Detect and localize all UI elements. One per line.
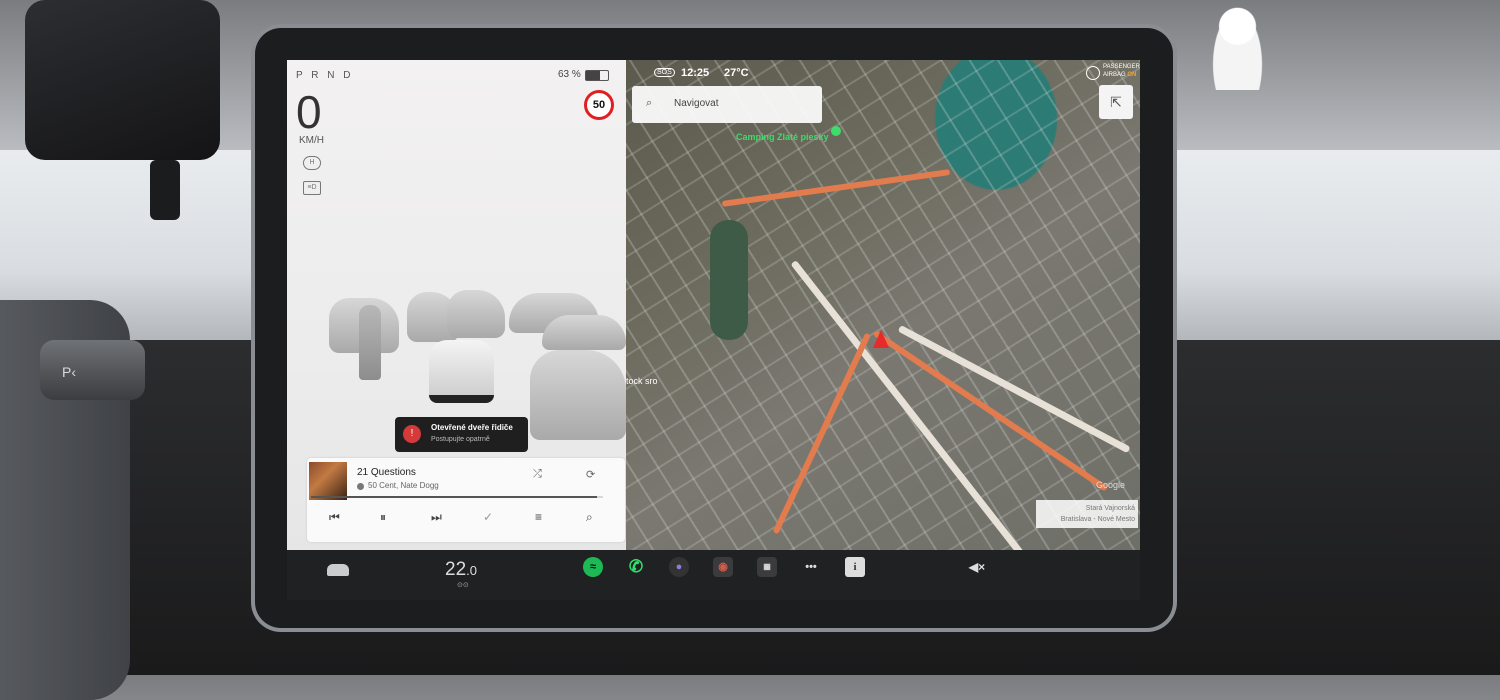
equalizer-icon[interactable]: ≡ bbox=[535, 510, 542, 524]
spotify-icon[interactable]: ≈ bbox=[583, 557, 603, 577]
door-open-alert[interactable]: ! Otevřené dveře řidiče Postupujte opatr… bbox=[395, 417, 528, 452]
car-status-panel: P R N D 63 % 0 KM/H H ≡D 50 ! Otevřené d… bbox=[287, 60, 626, 550]
search-icon: ⌕ bbox=[646, 97, 653, 109]
headlights-icon: ≡D bbox=[303, 181, 321, 195]
gear-stalk: P‹ bbox=[40, 340, 145, 400]
song-title: 21 Questions bbox=[357, 467, 416, 478]
playback-progress[interactable] bbox=[311, 496, 603, 498]
pause-button[interactable]: ⏸ bbox=[380, 510, 386, 525]
gear-stalk-label: P‹ bbox=[62, 364, 76, 380]
nearby-vehicle bbox=[530, 350, 626, 440]
district-name: Bratislava - Nové Mesto bbox=[1060, 516, 1135, 523]
calendar-icon[interactable]: ▦ bbox=[757, 557, 777, 577]
media-search-icon[interactable]: ⌕ bbox=[586, 510, 593, 525]
climate-temp-main: 22 bbox=[445, 559, 467, 580]
current-location-label: Stará Vajnorská Bratislava - Nové Mesto bbox=[1036, 500, 1138, 528]
volume-mute-icon[interactable]: ◀× bbox=[967, 557, 987, 577]
camping-icon[interactable] bbox=[831, 126, 841, 136]
battery-level bbox=[586, 71, 600, 80]
phone-mount bbox=[25, 0, 220, 160]
nearby-vehicle bbox=[447, 290, 505, 338]
speed-limit-sign: 50 bbox=[584, 90, 614, 120]
progress-fill bbox=[311, 496, 598, 498]
source-icon bbox=[357, 483, 364, 490]
pedestrian bbox=[359, 305, 381, 380]
shuffle-icon[interactable]: ⤮ bbox=[533, 468, 542, 481]
airbag-line2: AIRBAG bbox=[1103, 72, 1126, 78]
camera-icon[interactable]: ● bbox=[669, 557, 689, 577]
info-icon[interactable]: i bbox=[845, 557, 865, 577]
dashcam-icon[interactable]: ◉ bbox=[713, 557, 733, 577]
speed-unit: KM/H bbox=[299, 135, 324, 146]
map-road bbox=[721, 169, 951, 207]
song-artist: 50 Cent, Nate Dogg bbox=[368, 481, 439, 490]
navigate-search-bar[interactable]: ⌕ Navigovat bbox=[632, 86, 822, 123]
current-location-icon bbox=[873, 330, 889, 348]
speed-value: 0 bbox=[296, 86, 322, 138]
clock: 12:25 bbox=[681, 67, 710, 79]
search-input[interactable]: Navigovat bbox=[674, 98, 718, 109]
compass-button[interactable]: ⇱ bbox=[1099, 85, 1133, 119]
bottom-dock: 22.0 ⊙⊙ ≈ ✆ ● ◉ ▦ ••• i ◀× bbox=[287, 550, 1140, 600]
media-player: 21 Questions 50 Cent, Nate Dogg ⤮ ⟳ ⏮ ⏸ … bbox=[307, 458, 625, 542]
poi-label[interactable]: Camping Zlaté piesky bbox=[736, 132, 829, 142]
battery-percent: 63 % bbox=[558, 69, 581, 80]
door-alert-icon: ! bbox=[403, 425, 421, 443]
fan-icon[interactable]: ⊙⊙ bbox=[457, 581, 469, 589]
status-bar: SOS 12:25 27°C PASSENGER AIRBAG ON bbox=[626, 60, 1140, 86]
map-highway bbox=[790, 260, 1030, 550]
airbag-state: ON bbox=[1127, 72, 1137, 78]
alert-subtitle: Postupujte opatrně bbox=[431, 436, 490, 443]
google-watermark: Google bbox=[1096, 480, 1126, 490]
sos-badge[interactable]: SOS bbox=[654, 68, 675, 77]
passenger-airbag-status: PASSENGER AIRBAG ON bbox=[1103, 63, 1140, 79]
navigation-map[interactable]: SOS 12:25 27°C PASSENGER AIRBAG ON ⌕ Nav… bbox=[626, 60, 1140, 550]
gear-selector: P R N D bbox=[296, 70, 354, 81]
airbag-line1: PASSENGER bbox=[1103, 64, 1140, 70]
album-art[interactable] bbox=[309, 462, 347, 500]
outside-temperature: 27°C bbox=[724, 67, 749, 79]
repeat-icon[interactable]: ⟳ bbox=[586, 468, 595, 481]
battery-icon bbox=[585, 70, 609, 81]
favorite-check-icon[interactable]: ✓ bbox=[483, 510, 493, 524]
more-apps-icon[interactable]: ••• bbox=[801, 557, 821, 577]
map-pond bbox=[710, 220, 748, 340]
alert-title: Otevřené dveře řidiče bbox=[431, 423, 513, 432]
map-road bbox=[772, 332, 871, 535]
climate-temp-decimal: .0 bbox=[466, 563, 477, 578]
previous-track-button[interactable]: ⏮ bbox=[329, 510, 340, 525]
cable bbox=[150, 160, 180, 220]
airbag-icon bbox=[1086, 66, 1100, 80]
touchscreen: P R N D 63 % 0 KM/H H ≡D 50 ! Otevřené d… bbox=[287, 60, 1140, 550]
next-track-button[interactable]: ⏭ bbox=[431, 510, 442, 525]
phone-icon[interactable]: ✆ bbox=[626, 557, 646, 577]
climate-temperature[interactable]: 22.0 bbox=[445, 559, 477, 581]
figurine bbox=[1210, 5, 1265, 90]
street-name: Stará Vajnorská bbox=[1085, 505, 1135, 512]
own-car-model[interactable] bbox=[429, 340, 494, 403]
car-icon[interactable] bbox=[327, 564, 349, 576]
nearby-vehicle bbox=[542, 315, 626, 350]
hold-icon: H bbox=[303, 156, 321, 170]
business-label[interactable]: tock sro bbox=[626, 376, 658, 386]
